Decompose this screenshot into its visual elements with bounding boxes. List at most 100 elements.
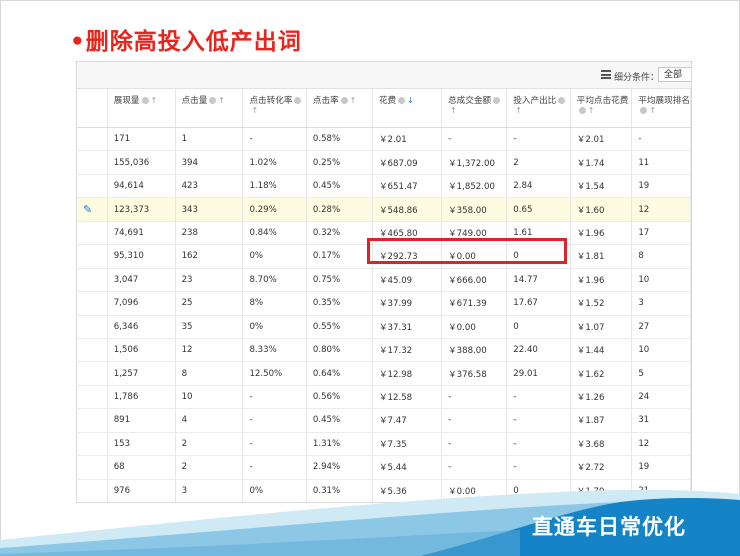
table-cell: 891 <box>107 408 176 433</box>
list-filter-icon[interactable] <box>601 70 611 79</box>
help-icon[interactable] <box>340 97 348 104</box>
table-cell: 2 <box>506 150 571 175</box>
table-cell: 12 <box>175 338 244 363</box>
header-cost[interactable]: 花费 ↓ <box>372 89 443 128</box>
table-cell: 0.35% <box>306 291 373 316</box>
table-cell: 17 <box>631 221 691 246</box>
table-row[interactable]: 153 2-1.31% ￥7.35- - ￥3.68 12 <box>77 432 691 457</box>
header-clicks[interactable]: 点击量 ↑ <box>175 89 244 128</box>
sort-arrow-down-icon[interactable]: ↓ <box>407 96 414 105</box>
table-cell: 0.55% <box>306 315 373 339</box>
table-row[interactable]: 3,047 23 8.70% 0.75% ￥45.09 ￥666.00 14.77 ￥1.96… <box>77 268 691 293</box>
pencil-icon[interactable]: ✎ <box>83 203 92 216</box>
table-cell: 29.01 <box>506 361 571 386</box>
row-edit-cell <box>77 315 108 339</box>
help-icon[interactable] <box>398 97 406 104</box>
sort-arrow-icon[interactable]: ↑ <box>251 106 258 115</box>
table-cell: 153 <box>107 432 176 457</box>
help-icon[interactable] <box>141 97 149 104</box>
table-row[interactable]: 94,614 423 1.18% 0.45% ￥651.47 ￥1,852.00 2.84 ￥… <box>77 174 691 199</box>
table-header-row: 展现量 ↑ 点击量 ↑ 点击转化率 ↑ 点击率 ↑ 花费 ↓ 总成交金额 ↑ 投入产出比 ↑ … <box>77 89 691 128</box>
table-row[interactable]: 1,257 8 12.50% 0.64% ￥12.98 ￥376.58 29.01 ￥1.62… <box>77 361 691 386</box>
table-row[interactable]: 155,036 394 1.02% 0.25% ￥687.09 ￥1,372.00 2 ￥1.… <box>77 150 691 175</box>
help-icon[interactable] <box>558 97 566 104</box>
table-cell: 0.25% <box>306 150 373 175</box>
help-icon[interactable] <box>640 107 648 114</box>
table-cell: ￥37.31 <box>372 315 443 339</box>
table-cell: ￥1.96 <box>570 221 633 246</box>
table-cell: ￥2.01 <box>372 127 443 152</box>
help-icon[interactable] <box>493 97 501 104</box>
slide-title: •删除高投入低产出词 <box>70 29 302 55</box>
header-roi[interactable]: 投入产出比 ↑ <box>506 89 571 128</box>
table-cell: ￥1.26 <box>570 385 633 410</box>
table-cell: - <box>506 408 571 433</box>
table-cell: 10 <box>631 268 691 293</box>
header-label: 展现量 <box>113 96 140 106</box>
table-row[interactable]: 7,096 25 8% 0.35% ￥37.99 ￥671.39 17.67 ￥1.52 3 <box>77 291 691 316</box>
table-cell: 0.80% <box>306 338 373 363</box>
sort-arrow-icon[interactable]: ↑ <box>350 96 357 105</box>
table-row[interactable]: 891 4-0.45% ￥7.47- - ￥1.87 31 <box>77 408 691 433</box>
table-row[interactable]: 6,346 35 0% 0.55% ￥37.31 ￥0.00 0 ￥1.07 27 <box>77 315 691 339</box>
table-cell: 0.28% <box>306 197 373 222</box>
table-screenshot: 细分条件： 全部 展现量 ↑ 点击量 ↑ 点击转化率 ↑ 点击率 ↑ 花费 ↓ 总成交金额… <box>76 61 692 503</box>
table-cell: 155,036 <box>107 150 176 175</box>
table-cell: ￥666.00 <box>441 268 508 293</box>
sort-arrow-icon[interactable]: ↑ <box>649 106 656 115</box>
table-cell: 6,346 <box>107 315 176 339</box>
table-cell: 0% <box>242 244 307 269</box>
sort-arrow-icon[interactable]: ↑ <box>450 106 457 115</box>
header-label: 总成交金额 <box>448 96 492 106</box>
sort-arrow-icon[interactable]: ↑ <box>588 106 595 115</box>
sort-arrow-icon[interactable]: ↑ <box>515 106 522 115</box>
table-cell: 1.18% <box>242 174 307 199</box>
table-cell: 74,691 <box>107 221 176 246</box>
filter-bar: 细分条件： 全部 <box>77 62 691 89</box>
header-avg-cpc[interactable]: 平均点击花费 ↑ <box>570 89 633 128</box>
table-cell: 0.64% <box>306 361 373 386</box>
table-cell: - <box>441 385 508 410</box>
table-cell: ￥1.52 <box>570 291 633 316</box>
table-cell: ￥1.81 <box>570 244 633 269</box>
help-icon[interactable] <box>578 107 586 114</box>
table-row[interactable]: 1,786 10-0.56% ￥12.58- - ￥1.26 24 <box>77 385 691 410</box>
table-cell: 8.70% <box>242 268 307 293</box>
table-cell: 0.45% <box>306 408 373 433</box>
filter-select[interactable]: 全部 <box>658 67 691 82</box>
annotation-highlight-box <box>367 238 567 264</box>
table-cell: 343 <box>175 197 244 222</box>
header-label: 投入产出比 <box>513 96 557 106</box>
help-icon[interactable] <box>209 97 217 104</box>
table-cell: 0.84% <box>242 221 307 246</box>
help-icon[interactable] <box>294 97 302 104</box>
header-avg-rank[interactable]: 平均展现排名 ↑ <box>631 89 691 128</box>
header-ctr[interactable]: 点击率 ↑ <box>306 89 373 128</box>
table-cell: 1.02% <box>242 150 307 175</box>
table-cell: - <box>242 432 307 457</box>
row-edit-cell <box>77 361 108 386</box>
table-row[interactable]: 171 1-0.58% ￥2.01- - ￥2.01- <box>77 127 691 152</box>
header-total-sales[interactable]: 总成交金额 ↑ <box>441 89 508 128</box>
table-cell: 3,047 <box>107 268 176 293</box>
table-cell: ￥1.44 <box>570 338 633 363</box>
header-conversion-rate[interactable]: 点击转化率 ↑ <box>242 89 307 128</box>
table-cell: ￥7.35 <box>372 432 443 457</box>
table-cell: ￥548.86 <box>372 197 443 222</box>
header-impressions[interactable]: 展现量 ↑ <box>107 89 176 128</box>
table-cell: 27 <box>631 315 691 339</box>
table-row[interactable]: ✎ 123,373 343 0.29% 0.28% ￥548.86 ￥358.00 0.65 ￥… <box>77 197 691 222</box>
header-label: 平均点击花费 <box>576 96 629 106</box>
table-cell: 1,257 <box>107 361 176 386</box>
table-cell: ￥1.87 <box>570 408 633 433</box>
table-cell: 11 <box>631 150 691 175</box>
row-edit-cell <box>77 127 108 152</box>
table-cell: - <box>506 432 571 457</box>
table-row[interactable]: 1,506 12 8.33% 0.80% ￥17.32 ￥388.00 22.40 ￥1.44… <box>77 338 691 363</box>
table-cell: ￥1,852.00 <box>441 174 508 199</box>
table-cell: ￥12.58 <box>372 385 443 410</box>
sort-arrow-icon[interactable]: ↑ <box>218 96 225 105</box>
table-cell: ￥17.32 <box>372 338 443 363</box>
sort-arrow-icon[interactable]: ↑ <box>151 96 158 105</box>
footer-title: 直通车日常优化 <box>532 515 686 539</box>
